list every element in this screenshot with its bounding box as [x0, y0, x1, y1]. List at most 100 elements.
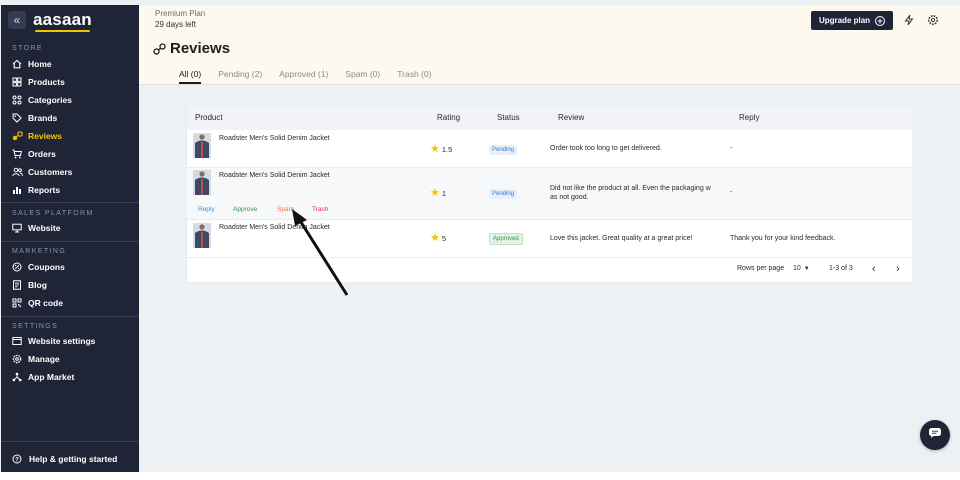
sidebar-item-orders[interactable]: Orders: [11, 147, 56, 161]
sidebar-item-label: App Market: [28, 372, 75, 382]
sidebar-item-label: Customers: [28, 167, 73, 177]
tab-approved[interactable]: Approved (1): [279, 69, 328, 84]
sidebar-item-coupons[interactable]: Coupons: [11, 260, 65, 274]
column-header-review: Review: [558, 113, 585, 122]
next-page-chevron-icon[interactable]: ›: [896, 263, 900, 275]
help-getting-started-link[interactable]: ? Help & getting started: [11, 452, 117, 466]
app-frame: « aasaan STORE Home Products Categories …: [0, 0, 960, 472]
tab-all[interactable]: All (0): [179, 69, 202, 84]
monitor-icon: [11, 223, 23, 233]
tag-icon: [11, 113, 23, 123]
plan-days-left: 29 days left: [155, 20, 196, 29]
users-icon: [11, 167, 23, 177]
review-text: Order took too long to get delivered.: [550, 145, 662, 152]
approve-action-link[interactable]: Approve: [233, 206, 257, 213]
sidebar-item-label: Website: [28, 223, 61, 233]
sidebar-item-home[interactable]: Home: [11, 57, 52, 71]
trash-action-link[interactable]: Trash: [312, 206, 328, 213]
caret-down-icon: ▼: [803, 265, 810, 272]
pagination-range: 1-3 of 3: [829, 265, 853, 272]
sidebar: « aasaan STORE Home Products Categories …: [1, 5, 139, 472]
column-header-product: Product: [195, 113, 223, 122]
qr-icon: [11, 298, 23, 308]
reply-action-link[interactable]: Reply: [198, 206, 215, 213]
reply-text: Thank you for your kind feedback.: [730, 235, 836, 242]
section-label-store: STORE: [12, 45, 43, 52]
chat-icon: [928, 426, 942, 444]
review-text-line-1: Did not like the product at all. Even th…: [550, 185, 711, 192]
sidebar-item-label: Categories: [28, 95, 72, 105]
document-icon: [11, 280, 23, 290]
previous-page-chevron-icon[interactable]: ‹: [872, 263, 876, 275]
svg-text:?: ?: [15, 457, 19, 463]
sidebar-item-categories[interactable]: Categories: [11, 93, 72, 107]
table-row[interactable]: Roadster Men's Solid Denim Jacket ★ 1.5 P…: [187, 130, 912, 168]
upgrade-plan-button[interactable]: Upgrade plan +: [811, 11, 893, 30]
upgrade-plan-label: Upgrade plan: [818, 16, 871, 25]
status-badge: Approved: [489, 233, 523, 245]
gear-icon: [11, 354, 23, 364]
sidebar-divider: [1, 241, 139, 242]
sidebar-item-label: Reports: [28, 185, 61, 195]
reply-text: -: [730, 145, 733, 152]
star-icon: ★: [430, 187, 440, 199]
settings-panel-icon: [11, 336, 23, 346]
sidebar-divider: [1, 202, 139, 203]
rows-per-page-label: Rows per page: [737, 265, 785, 272]
sidebar-item-products[interactable]: Products: [11, 75, 65, 89]
collapse-sidebar-button[interactable]: «: [8, 11, 26, 29]
coupon-icon: [11, 262, 23, 272]
spam-action-link[interactable]: Spam: [277, 206, 294, 213]
plan-name: Premium Plan: [155, 9, 206, 18]
tab-trash[interactable]: Trash (0): [397, 69, 431, 84]
sidebar-item-label: Products: [28, 77, 65, 87]
sidebar-item-reports[interactable]: Reports: [11, 183, 60, 197]
sidebar-item-website-settings[interactable]: Website settings: [11, 334, 95, 348]
sidebar-item-qr-code[interactable]: QR code: [11, 296, 63, 310]
reviews-table-card: Product Rating Status Review Reply Roads…: [187, 106, 912, 282]
tab-spam[interactable]: Spam (0): [345, 69, 380, 84]
reviews-icon: [11, 131, 23, 141]
section-label-marketing: MARKETING: [12, 248, 67, 255]
brand-row: « aasaan: [8, 10, 92, 32]
sidebar-item-reviews[interactable]: Reviews: [11, 129, 62, 143]
sidebar-item-label: Orders: [28, 149, 56, 159]
sidebar-item-customers[interactable]: Customers: [11, 165, 72, 179]
settings-gear-icon[interactable]: [926, 13, 940, 27]
product-name: Roadster Men's Solid Denim Jacket: [219, 135, 330, 142]
rows-per-page-select[interactable]: 10 ▼: [793, 265, 810, 272]
box-icon: [11, 77, 23, 87]
sidebar-item-label: Brands: [28, 113, 58, 123]
sidebar-item-manage[interactable]: Manage: [11, 352, 60, 366]
chat-button[interactable]: [920, 420, 950, 450]
home-icon: [11, 59, 23, 69]
grid-icon: [11, 95, 23, 105]
table-row[interactable]: Roadster Men's Solid Denim Jacket ★ 1 Pen…: [187, 168, 912, 220]
rows-per-page-value: 10: [793, 265, 801, 272]
sidebar-item-blog[interactable]: Blog: [11, 278, 47, 292]
lightning-icon[interactable]: [902, 13, 916, 27]
page-title: Reviews: [153, 40, 230, 57]
product-thumbnail: [193, 170, 211, 195]
table-row[interactable]: Roadster Men's Solid Denim Jacket ★ 5 App…: [187, 220, 912, 258]
rating-value: 1: [441, 189, 447, 198]
section-label-sales-platform: SALES PLATFORM: [12, 210, 94, 217]
logo-text: aasaan: [33, 10, 92, 29]
rating-value: 5: [441, 234, 447, 243]
sidebar-item-brands[interactable]: Brands: [11, 111, 57, 125]
sidebar-item-website[interactable]: Website: [11, 221, 60, 235]
rating: ★ 1: [430, 188, 446, 199]
app-market-icon: [11, 372, 23, 382]
sidebar-item-label: Website settings: [28, 336, 96, 346]
sidebar-item-app-market[interactable]: App Market: [11, 370, 74, 384]
sidebar-divider: [1, 441, 139, 442]
sidebar-item-label: Coupons: [28, 262, 65, 272]
page-title-text: Reviews: [170, 40, 231, 57]
column-header-reply: Reply: [739, 113, 760, 122]
reviews-icon: [153, 42, 166, 55]
logo[interactable]: aasaan: [33, 10, 92, 32]
section-label-settings: SETTINGS: [12, 323, 59, 330]
review-text: Love this jacket. Great quality at a gre…: [550, 235, 693, 242]
tab-pending[interactable]: Pending (2): [218, 69, 262, 84]
column-header-status: Status: [497, 113, 520, 122]
